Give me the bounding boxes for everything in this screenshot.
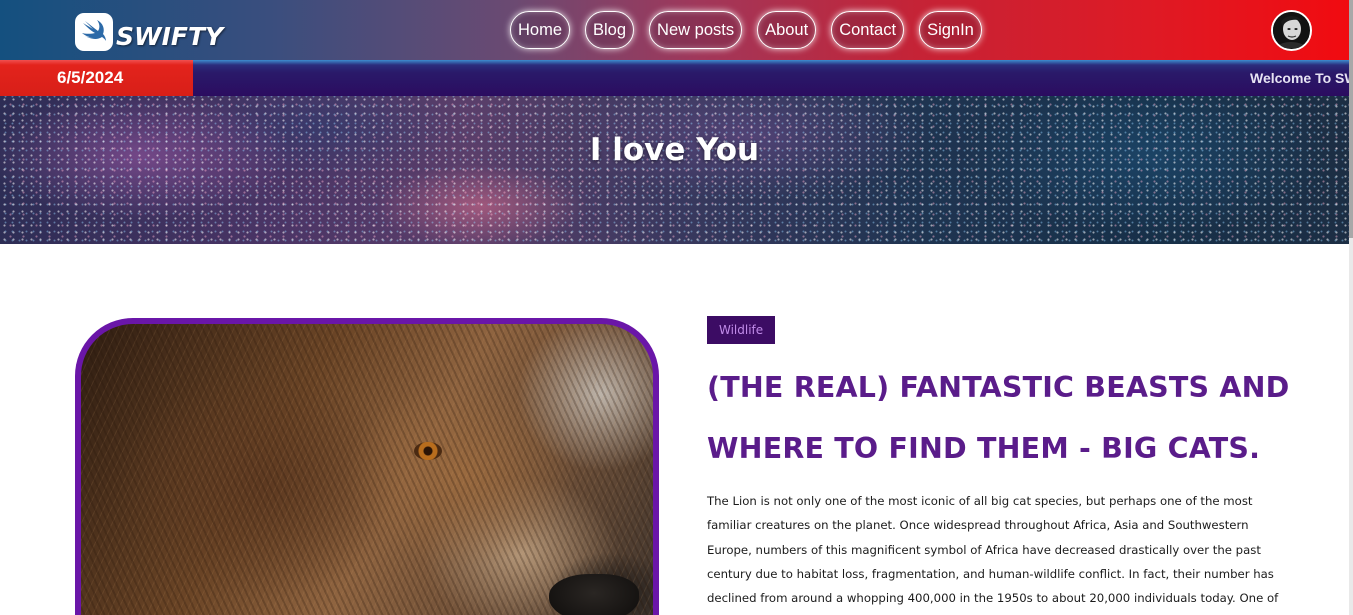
nav-new-posts[interactable]: New posts <box>649 11 743 49</box>
user-avatar[interactable] <box>1271 10 1312 51</box>
hero-background-texture <box>0 96 1349 244</box>
brand-logo[interactable]: SWIFTY <box>75 13 223 51</box>
article-title: (THE REAL) FANTASTIC BEASTS AND WHERE TO… <box>707 371 1290 465</box>
hero-banner: I love You <box>0 96 1349 244</box>
hero-title: I love You <box>589 132 760 168</box>
avatar-portrait-icon <box>1273 12 1309 48</box>
lion-fur-texture <box>81 324 653 615</box>
lion-nose <box>549 574 639 615</box>
nav-signin[interactable]: SignIn <box>919 11 982 49</box>
category-tag[interactable]: Wildlife <box>707 316 776 344</box>
top-navbar: SWIFTY Home Blog New posts About Contact… <box>0 0 1349 60</box>
page-scrollbar[interactable] <box>1349 0 1353 615</box>
current-date: 6/5/2024 <box>0 60 193 96</box>
ticker-bar: 6/5/2024 Welcome To SW <box>0 60 1349 96</box>
welcome-marquee: Welcome To SW <box>1250 70 1349 86</box>
nav-contact[interactable]: Contact <box>831 11 905 49</box>
brand-name: SWIFTY <box>116 21 224 51</box>
article-body: The Lion is not only one of the most ico… <box>707 494 1279 606</box>
swift-bird-icon <box>75 13 113 51</box>
lion-eye <box>414 442 442 460</box>
article-image-lion <box>75 318 659 615</box>
scrollbar-thumb[interactable] <box>1349 0 1353 238</box>
nav-home[interactable]: Home <box>510 11 571 49</box>
main-nav: Home Blog New posts About Contact SignIn <box>510 11 997 49</box>
nav-blog[interactable]: Blog <box>585 11 635 49</box>
nav-about[interactable]: About <box>757 11 817 49</box>
